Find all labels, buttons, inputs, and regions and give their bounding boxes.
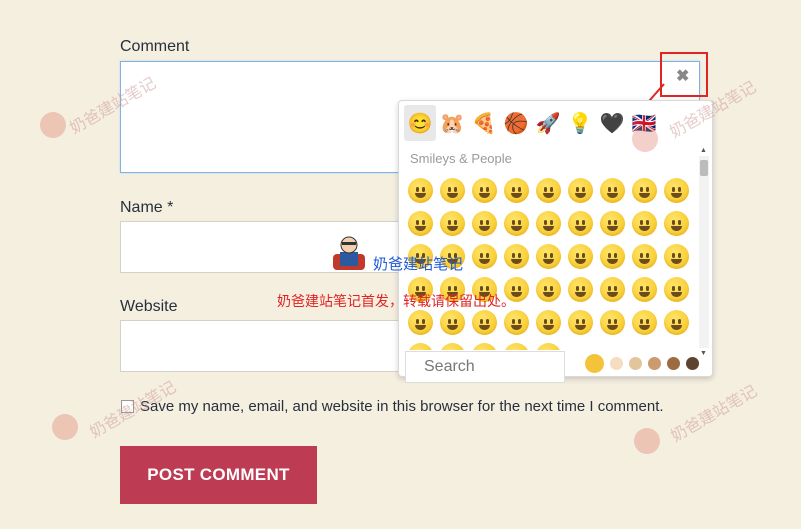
emoji-item[interactable] <box>632 310 657 335</box>
scroll-down-icon[interactable]: ▼ <box>700 350 707 357</box>
tab-travel[interactable]: 🚀 <box>532 105 564 141</box>
watermark-logo-icon <box>333 236 365 270</box>
emoji-item[interactable] <box>600 178 625 203</box>
emoji-item[interactable] <box>504 310 529 335</box>
skin-tone-swatch[interactable] <box>667 357 680 370</box>
skin-tone-swatch[interactable] <box>629 357 642 370</box>
hamster-icon: 🐹 <box>439 112 465 135</box>
emoji-item[interactable] <box>664 211 689 236</box>
scroll-thumb[interactable] <box>700 160 708 176</box>
name-label: Name * <box>120 199 174 216</box>
emoji-item[interactable] <box>600 244 625 269</box>
emoji-search-input[interactable] <box>405 351 565 383</box>
emoji-item[interactable] <box>472 343 497 350</box>
save-info-label: Save my name, email, and website in this… <box>140 398 664 415</box>
tab-animals[interactable]: 🐹 <box>436 105 468 141</box>
skin-tone-swatch[interactable] <box>585 354 604 373</box>
picker-scrollbar[interactable]: ▲ ▼ <box>699 147 709 357</box>
skin-tone-swatch[interactable] <box>686 357 699 370</box>
tab-activities[interactable]: 🏀 <box>500 105 532 141</box>
website-label: Website <box>120 298 178 315</box>
emoji-item[interactable] <box>536 178 561 203</box>
tab-symbols[interactable]: 🖤 <box>596 105 628 141</box>
emoji-item[interactable] <box>632 277 657 302</box>
emoji-picker: 😊 🐹 🍕 🏀 🚀 💡 🖤 🇬🇧 Smileys & People ▲ ▼ <box>398 100 713 383</box>
emoji-item[interactable] <box>568 244 593 269</box>
basketball-icon: 🏀 <box>503 112 529 135</box>
rocket-icon: 🚀 <box>535 112 561 135</box>
emoji-item[interactable] <box>664 178 689 203</box>
emoji-item[interactable] <box>504 343 529 350</box>
emoji-item[interactable] <box>536 310 561 335</box>
watermark-text: 奶爸建站笔记 <box>668 382 761 446</box>
watermark-site-name: 奶爸建站笔记 <box>373 256 464 273</box>
emoji-item[interactable] <box>536 277 561 302</box>
emoji-item[interactable] <box>440 310 465 335</box>
emoji-item[interactable] <box>440 211 465 236</box>
pizza-icon: 🍕 <box>471 112 497 135</box>
tab-smileys[interactable]: 😊 <box>404 105 436 141</box>
emoji-item[interactable] <box>600 310 625 335</box>
emoji-item[interactable] <box>632 211 657 236</box>
watermark-logo-icon <box>632 126 658 152</box>
emoji-item[interactable] <box>440 343 465 350</box>
emoji-item[interactable] <box>600 211 625 236</box>
watermark-notice: 奶爸建站笔记首发，转载请保留出处。 <box>277 293 515 309</box>
emoji-item[interactable] <box>632 244 657 269</box>
emoji-item[interactable] <box>536 211 561 236</box>
emoji-category-tabs: 😊 🐹 🍕 🏀 🚀 💡 🖤 🇬🇧 <box>404 105 660 141</box>
emoji-item[interactable] <box>504 244 529 269</box>
skin-tone-swatch[interactable] <box>610 357 623 370</box>
lightbulb-icon: 💡 <box>567 112 593 135</box>
smiley-icon: 😊 <box>407 112 433 135</box>
emoji-item[interactable] <box>568 178 593 203</box>
tab-food[interactable]: 🍕 <box>468 105 500 141</box>
emoji-item[interactable] <box>504 178 529 203</box>
emoji-item[interactable] <box>664 277 689 302</box>
category-title: Smileys & People <box>410 151 512 166</box>
emoji-item[interactable] <box>472 211 497 236</box>
emoji-item[interactable] <box>568 211 593 236</box>
watermark-logo-icon <box>52 414 78 440</box>
heart-icon: 🖤 <box>599 112 625 135</box>
emoji-item[interactable] <box>504 211 529 236</box>
emoji-item[interactable] <box>600 277 625 302</box>
emoji-item[interactable] <box>536 343 561 350</box>
emoji-item[interactable] <box>664 310 689 335</box>
emoji-item[interactable] <box>408 343 433 350</box>
website-input[interactable] <box>120 320 410 372</box>
skin-tone-selector <box>585 354 699 373</box>
emoji-item[interactable] <box>440 178 465 203</box>
scroll-up-icon[interactable]: ▲ <box>700 147 707 154</box>
emoji-item[interactable] <box>568 277 593 302</box>
emoji-item[interactable] <box>632 178 657 203</box>
skin-tone-swatch[interactable] <box>648 357 661 370</box>
post-comment-button[interactable]: POST COMMENT <box>120 446 317 504</box>
emoji-item[interactable] <box>408 178 433 203</box>
emoji-item[interactable] <box>568 310 593 335</box>
emoji-item[interactable] <box>408 211 433 236</box>
comment-label: Comment <box>120 38 190 55</box>
emoji-item[interactable] <box>408 310 433 335</box>
watermark-logo-icon <box>634 428 660 454</box>
emoji-item[interactable] <box>536 244 561 269</box>
watermark-logo-icon <box>40 112 66 138</box>
emoji-item[interactable] <box>472 310 497 335</box>
emoji-item[interactable] <box>472 178 497 203</box>
emoji-item[interactable] <box>472 244 497 269</box>
tab-objects[interactable]: 💡 <box>564 105 596 141</box>
emoji-item[interactable] <box>664 244 689 269</box>
